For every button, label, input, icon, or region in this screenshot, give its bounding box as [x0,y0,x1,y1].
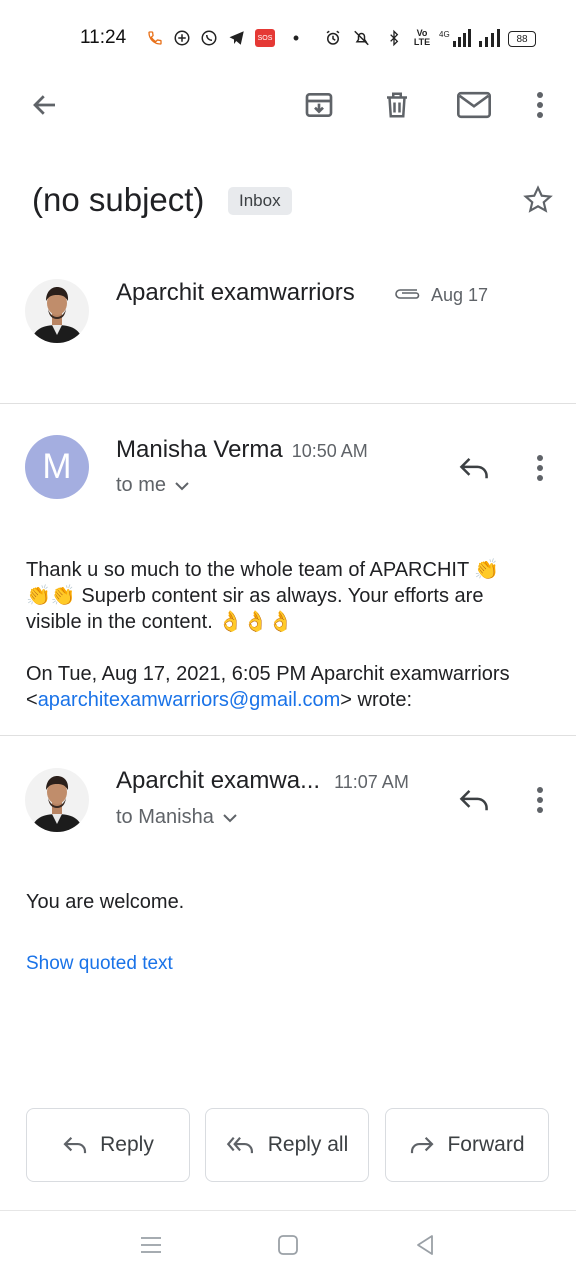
reply-button[interactable]: Reply [26,1108,190,1182]
recipient-details[interactable]: to Manisha [116,806,238,829]
quote-bracket: < [26,689,38,711]
message-header[interactable]: Manisha Verma 10:50 AM [116,436,368,464]
star-icon[interactable] [518,180,558,220]
plus-circle-icon [172,27,192,49]
recipient-label: to Manisha [116,806,214,828]
chevron-down-icon [175,481,189,490]
reply-icon[interactable] [454,450,494,486]
reply-icon[interactable] [454,782,494,818]
message-time: 10:50 AM [291,441,368,461]
mark-unread-icon[interactable] [452,84,496,126]
reply-label: Reply [100,1133,154,1156]
reply-all-icon [226,1137,253,1154]
sos-icon: SOS [255,29,275,47]
forward-icon [411,1136,435,1154]
thread-sender-name[interactable]: Aparchit examwarriors [116,279,355,307]
divider [0,735,576,736]
quote-wrote: > wrote: [340,689,412,711]
menu-icon[interactable] [136,1230,166,1260]
bluetooth-icon [384,27,404,49]
battery-icon: 88 [508,31,536,47]
attachment-icon [393,285,423,303]
volte-icon: Vo LTE [413,28,431,47]
forward-label: Forward [447,1133,525,1156]
home-icon[interactable] [273,1230,303,1260]
avatar [25,279,89,343]
back-arrow-icon[interactable] [24,84,66,126]
more-vert-icon[interactable] [526,84,554,126]
quote-attribution-email: <aparchitexamwarriors@gmail.com> wrote: [26,687,554,713]
sender-name: Manisha Verma [116,436,283,463]
reply-icon [63,1136,87,1154]
forward-button[interactable]: Forward [385,1108,549,1182]
avatar: M [25,435,89,499]
page-title: (no subject) [32,181,205,218]
show-quoted-text-link[interactable]: Show quoted text [26,953,173,975]
inbox-label-chip[interactable]: Inbox [228,187,292,215]
chevron-down-icon [223,813,237,822]
signal-icon [477,27,501,49]
mute-icon [350,27,376,49]
whatsapp-icon [199,27,219,49]
status-time: 11:24 [80,27,127,48]
message-time: 11:07 AM [334,772,409,792]
body-line: visible in the content. 👌👌👌 [26,611,294,633]
reply-all-button[interactable]: Reply all [205,1108,369,1182]
dot-icon: • [292,27,300,48]
more-vert-icon[interactable] [528,782,552,818]
divider [0,403,576,404]
alarm-icon [323,27,343,49]
reply-all-label: Reply all [267,1133,349,1156]
message-body: Thank u so much to the whole team of APA… [26,557,554,713]
more-vert-icon[interactable] [528,450,552,486]
thread-date: Aug 17 [431,285,489,305]
quote-attribution: On Tue, Aug 17, 2021, 6:05 PM Aparchit e… [26,663,510,685]
message-body: You are welcome. [26,891,185,913]
recipient-label: to me [116,474,167,496]
recipient-details[interactable]: to me [116,474,190,497]
message-header[interactable]: Aparchit examwa... 11:07 AM [116,767,409,795]
email-link[interactable]: aparchitexamwarriors@gmail.com [38,689,341,711]
avatar [25,768,89,832]
delete-icon[interactable] [376,84,418,126]
archive-icon[interactable] [298,84,340,126]
back-nav-icon[interactable] [410,1230,440,1260]
body-line: Thank u so much to the whole team of APA… [26,559,500,581]
svg-text:4G: 4G [439,30,450,39]
telegram-icon [227,27,247,49]
phone-icon [146,27,164,49]
signal-4g-icon: 4G [438,27,472,49]
sender-name: Aparchit examwa... [116,767,321,794]
body-line: 👏👏 Superb content sir as always. Your ef… [26,585,484,607]
